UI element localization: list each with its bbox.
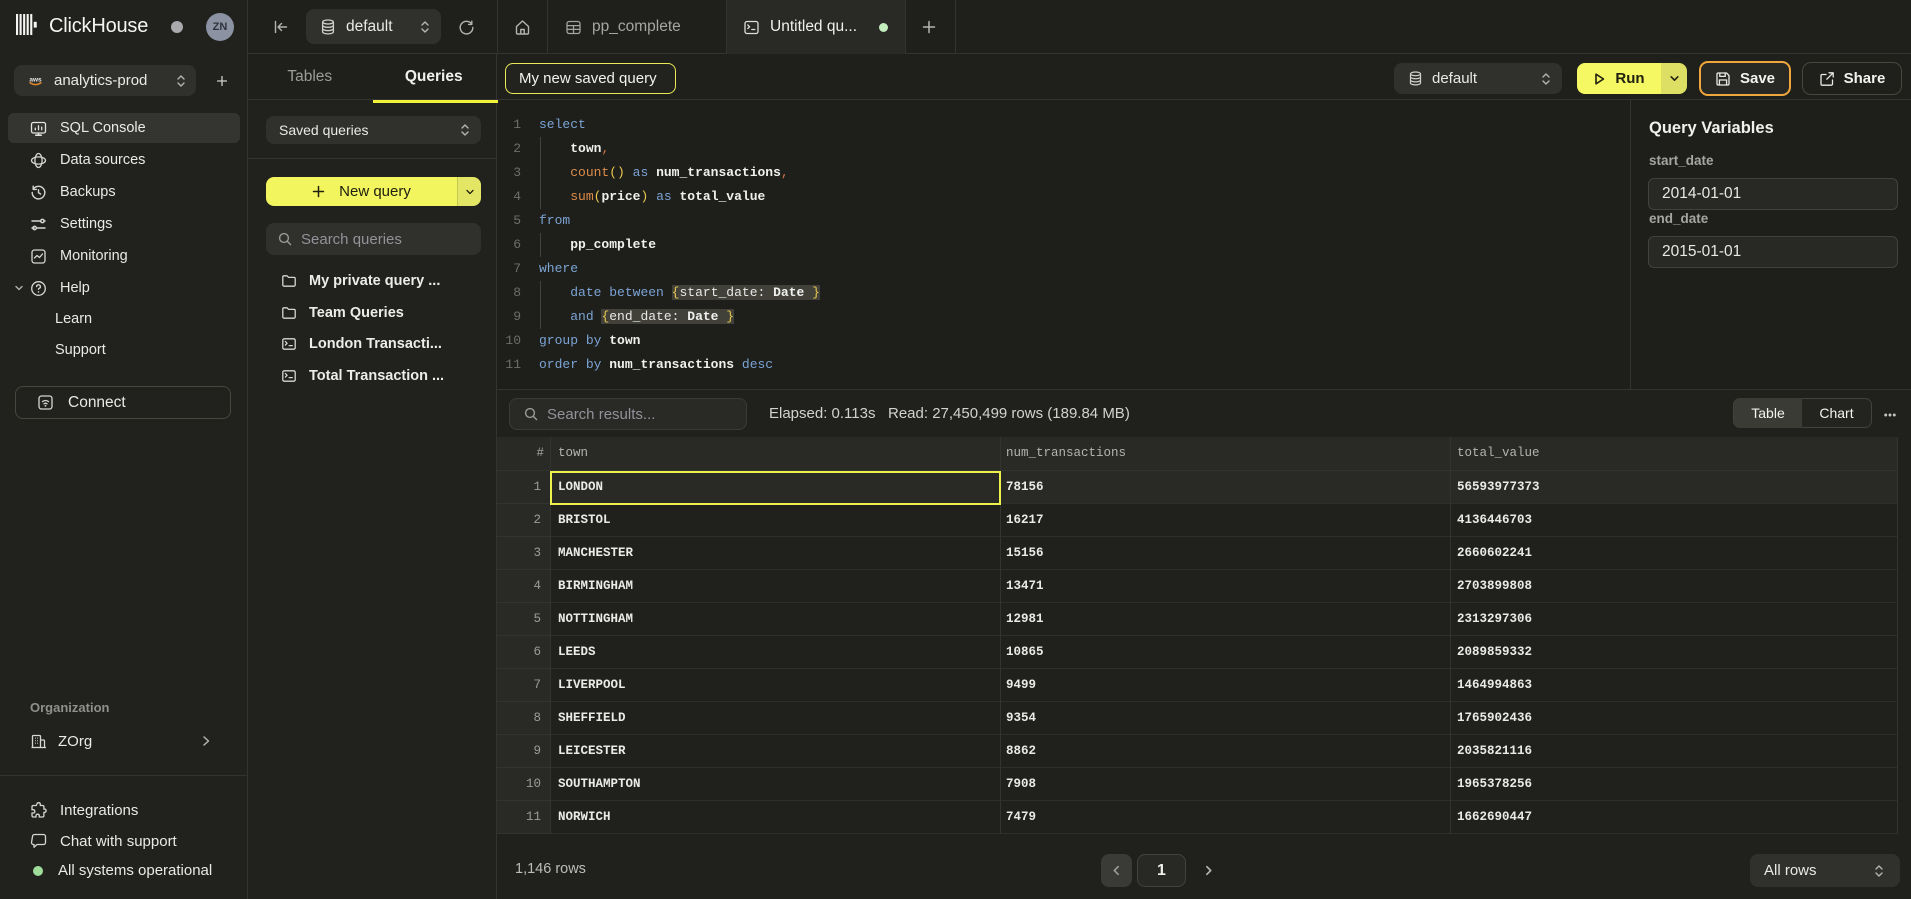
- svg-text:aws: aws: [29, 76, 42, 83]
